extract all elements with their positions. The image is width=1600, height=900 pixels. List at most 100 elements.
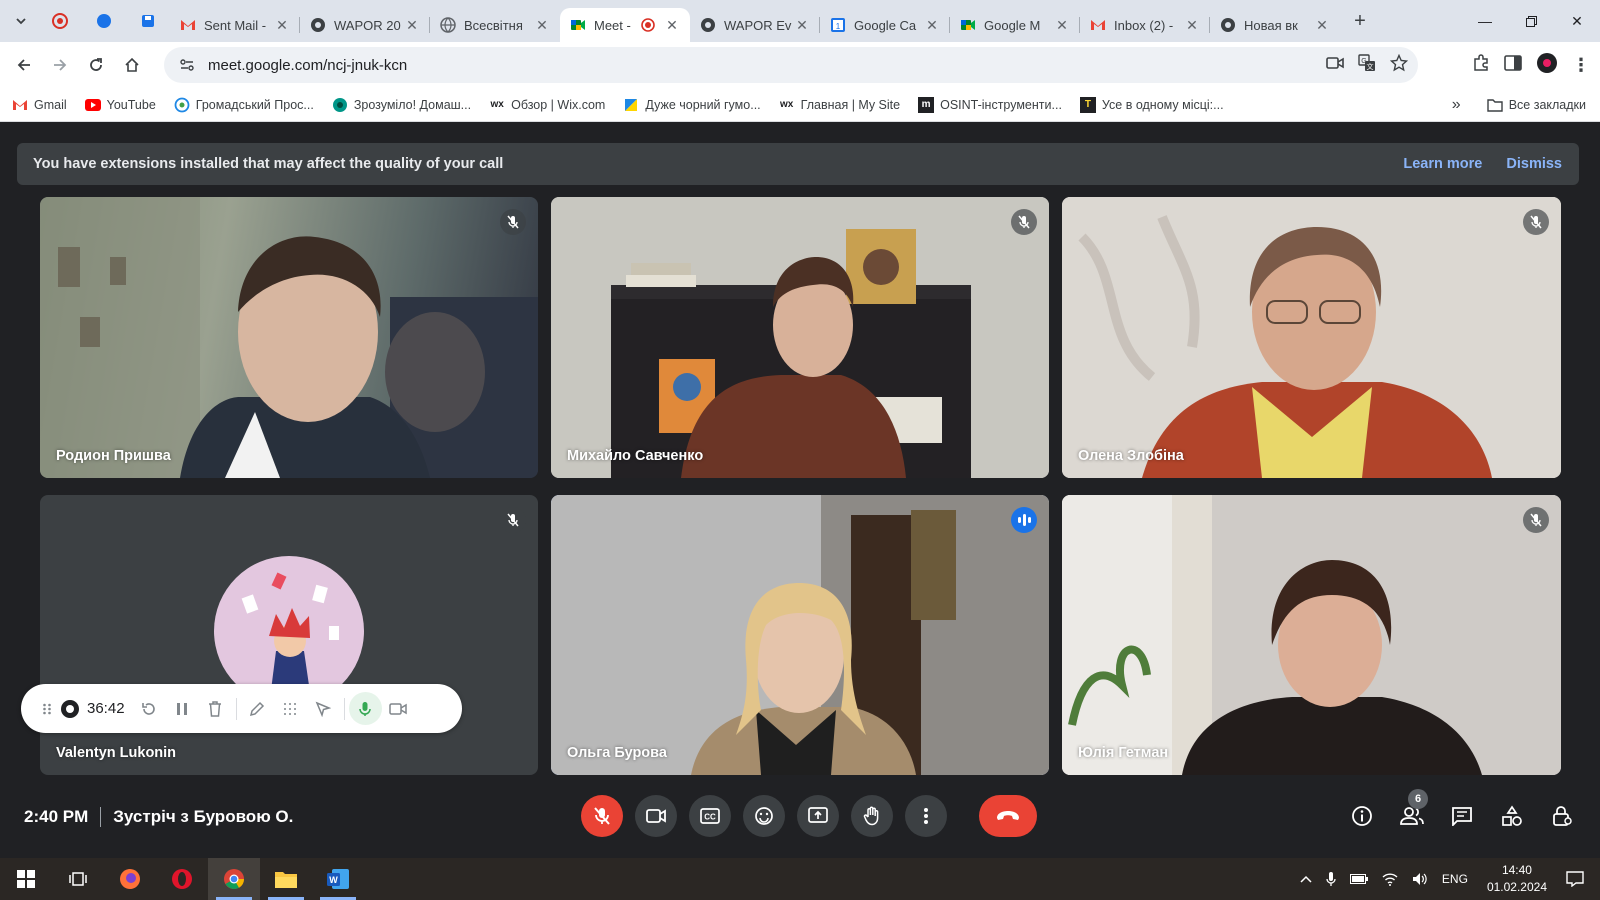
tab-vsesvitnia[interactable]: Всесвітня ✕ (430, 8, 560, 42)
tab-search-button[interactable] (8, 8, 34, 34)
tab-sent-mail[interactable]: Sent Mail - ✕ (170, 8, 300, 42)
close-icon[interactable]: ✕ (924, 17, 940, 34)
chat-button[interactable] (1444, 795, 1480, 837)
all-bookmarks-button[interactable]: Все закладки (1487, 97, 1586, 113)
taskbar-opera[interactable] (156, 858, 208, 900)
battery-icon[interactable] (1349, 874, 1368, 884)
stop-recording-button[interactable] (57, 692, 83, 725)
volume-icon[interactable] (1412, 872, 1428, 886)
reload-button[interactable] (78, 47, 114, 83)
home-button[interactable] (114, 47, 150, 83)
forward-button[interactable] (42, 47, 78, 83)
bookmark-osint[interactable]: m OSINT-інструменти... (918, 96, 1062, 113)
address-bar[interactable]: meet.google.com/ncj-jnuk-kcn 文G (164, 47, 1418, 83)
close-icon[interactable]: ✕ (1054, 17, 1070, 34)
participant-tile[interactable]: Юлія Гетман (1062, 495, 1561, 775)
bookmark-star-icon[interactable] (1389, 53, 1409, 77)
bookmark-zrozumilo[interactable]: Зрозуміло! Домаш... (332, 97, 471, 113)
tab-google-calendar[interactable]: 1 Google Ca ✕ (820, 8, 950, 42)
bookmark-gmail[interactable]: Gmail (12, 97, 67, 113)
task-view-button[interactable] (52, 858, 104, 900)
more-menu-icon[interactable]: ⋮ (1572, 55, 1590, 76)
tab-inbox[interactable]: Inbox (2) - ✕ (1080, 8, 1210, 42)
wifi-icon[interactable] (1382, 872, 1398, 886)
participant-tile[interactable]: Valentyn Lukonin (40, 495, 538, 775)
tab-title: Google M (984, 17, 1041, 33)
meeting-details-button[interactable] (1344, 795, 1380, 837)
host-controls-button[interactable] (1544, 795, 1580, 837)
extensions-icon[interactable] (1472, 53, 1490, 77)
language-indicator[interactable]: ENG (1442, 872, 1468, 886)
people-button[interactable]: 6 (1394, 789, 1430, 837)
close-icon[interactable]: ✕ (1314, 17, 1330, 34)
tab-google-meet[interactable]: Google M ✕ (950, 8, 1080, 42)
minimize-button[interactable]: — (1462, 0, 1508, 42)
leave-call-button[interactable] (979, 795, 1037, 837)
more-bookmarks-icon[interactable]: » (1452, 96, 1461, 114)
raise-hand-button[interactable] (851, 795, 893, 837)
new-tab-button[interactable]: + (1346, 7, 1374, 35)
microphone-toggle-button[interactable] (581, 795, 623, 837)
taskbar-word[interactable]: W (312, 858, 364, 900)
bookmark-wix[interactable]: wx Обзор | Wix.com (489, 97, 605, 113)
close-icon[interactable]: ✕ (664, 17, 680, 34)
screen-recorder-toolbar: 36:42 (21, 684, 462, 733)
tab-meet[interactable]: Meet - ✕ (560, 8, 690, 42)
close-icon[interactable]: ✕ (274, 17, 290, 34)
back-button[interactable] (6, 47, 42, 83)
participant-tile[interactable]: Ольга Бурова (551, 495, 1049, 775)
profile-avatar[interactable] (1536, 52, 1558, 79)
pause-icon[interactable] (166, 692, 199, 725)
pinned-tab-blue[interactable] (82, 6, 126, 36)
pinned-tab-save[interactable] (126, 6, 170, 36)
camera-toggle-button[interactable] (635, 795, 677, 837)
present-screen-button[interactable] (797, 795, 839, 837)
close-icon[interactable]: ✕ (794, 17, 810, 34)
bookmark-humor[interactable]: Дуже чорний гумо... (623, 97, 761, 113)
participant-tile[interactable]: Родион Пришва (40, 197, 538, 478)
chevron-up-icon[interactable] (1300, 875, 1312, 883)
tray-mic-icon[interactable] (1326, 871, 1336, 887)
bookmark-my-site[interactable]: wx Главная | My Site (779, 97, 900, 113)
captions-button[interactable]: CC (689, 795, 731, 837)
site-info-icon[interactable] (172, 58, 202, 72)
drag-handle-icon[interactable] (37, 692, 57, 725)
pinned-tab-opera[interactable] (38, 6, 82, 36)
dismiss-button[interactable]: Dismiss (1506, 156, 1562, 172)
restart-icon[interactable] (133, 692, 166, 725)
start-button[interactable] (0, 858, 52, 900)
reactions-button[interactable] (743, 795, 785, 837)
taskbar-chrome[interactable] (208, 858, 260, 900)
gmail-icon (1090, 17, 1106, 33)
clock[interactable]: 14:40 01.02.2024 (1487, 862, 1547, 896)
participant-tile[interactable]: Олена Злобіна (1062, 197, 1561, 478)
more-options-button[interactable] (905, 795, 947, 837)
recorder-camera-icon[interactable] (382, 692, 415, 725)
url-text[interactable]: meet.google.com/ncj-jnuk-kcn (208, 57, 407, 74)
close-icon[interactable]: ✕ (534, 17, 550, 34)
notifications-icon[interactable] (1566, 871, 1584, 887)
tab-wapor-20[interactable]: WAPOR 20 ✕ (300, 8, 430, 42)
translate-icon[interactable]: 文G (1358, 53, 1376, 77)
close-icon[interactable]: ✕ (404, 17, 420, 34)
pen-icon[interactable] (241, 692, 274, 725)
bookmark-youtube[interactable]: YouTube (84, 97, 156, 113)
close-icon[interactable]: ✕ (1184, 17, 1200, 34)
close-window-button[interactable]: ✕ (1554, 0, 1600, 42)
bookmark-hromadskyi[interactable]: Громадський Прос... (174, 97, 314, 113)
recorder-mic-icon[interactable] (348, 692, 382, 725)
participant-tile[interactable]: Михайло Савченко (551, 197, 1049, 478)
restore-button[interactable] (1508, 0, 1554, 42)
learn-more-link[interactable]: Learn more (1403, 156, 1482, 172)
trash-icon[interactable] (199, 692, 232, 725)
taskbar-firefox[interactable] (104, 858, 156, 900)
activities-button[interactable] (1494, 795, 1530, 837)
side-panel-icon[interactable] (1504, 54, 1522, 76)
camera-icon[interactable] (1326, 56, 1344, 75)
cursor-icon[interactable] (307, 692, 340, 725)
tab-new-tab[interactable]: Новая вк ✕ (1210, 8, 1340, 42)
tab-wapor-ev[interactable]: WAPOR Ev ✕ (690, 8, 820, 42)
bookmark-use-v-odnomu[interactable]: T Усе в одному місці:... (1079, 96, 1224, 113)
grid-dots-icon[interactable] (274, 692, 307, 725)
taskbar-file-explorer[interactable] (260, 858, 312, 900)
